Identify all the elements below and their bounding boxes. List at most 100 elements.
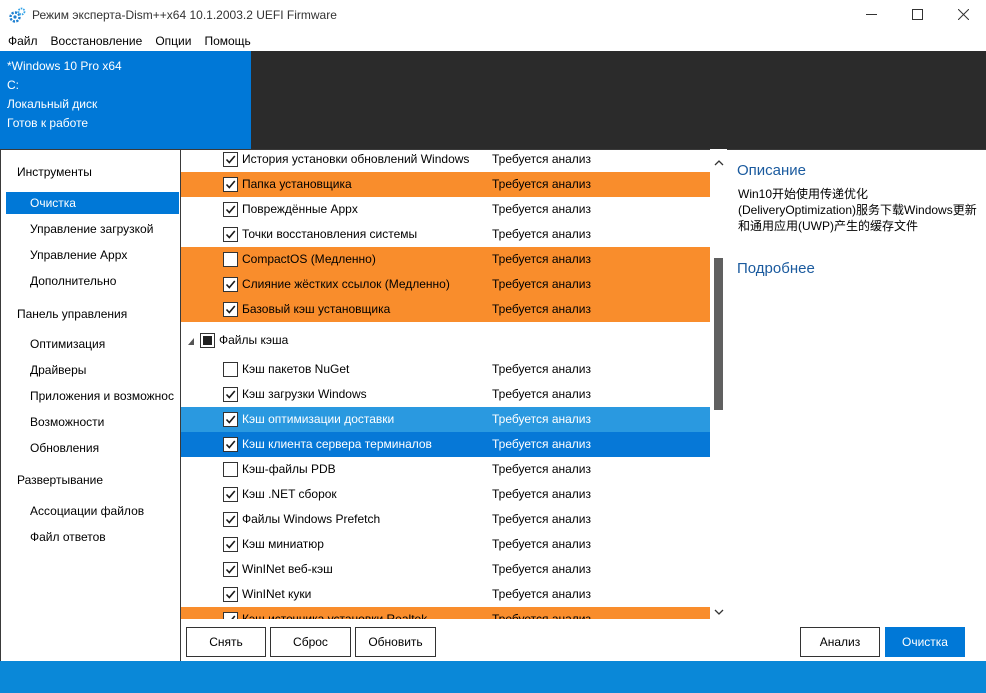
sidebar-item-answer-file[interactable]: Файл ответов: [6, 526, 179, 548]
sidebar-item-boot-manager[interactable]: Управление загрузкой: [6, 218, 179, 240]
action-bar: Снять Сброс Обновить Анализ Очистка: [181, 619, 986, 661]
sidebar-item-apps[interactable]: Приложения и возможнос: [6, 385, 179, 407]
image-status: Готов к работе: [7, 116, 89, 130]
item-status: Требуется анализ: [492, 227, 591, 241]
item-name: WinINet веб-кэш: [242, 562, 333, 576]
title-bar: Режим эксперта-Dism++x64 10.1.2003.2 UEF…: [0, 0, 986, 31]
session-list-area: [251, 51, 986, 149]
image-drive: C:: [7, 78, 19, 92]
item-name: Кэш источника установки Realtek: [242, 612, 428, 619]
checkbox[interactable]: [223, 252, 238, 267]
checkbox[interactable]: [223, 227, 238, 242]
checkbox[interactable]: [223, 487, 238, 502]
list-item[interactable]: Кэш клиента сервера терминалов Требуется…: [181, 432, 710, 457]
menu-help[interactable]: Помощь: [204, 31, 250, 51]
list-item[interactable]: Точки восстановления системы Требуется а…: [181, 222, 710, 247]
item-name: Файлы Windows Prefetch: [242, 512, 381, 526]
checkbox[interactable]: [223, 277, 238, 292]
item-name: Кэш загрузки Windows: [242, 387, 367, 401]
item-name: Базовый кэш установщика: [242, 302, 391, 316]
checkbox[interactable]: [223, 537, 238, 552]
description-panel: Описание Win10开始使用传递优化(DeliveryOptimizat…: [727, 149, 986, 661]
checkbox[interactable]: [223, 412, 238, 427]
item-status: Требуется анализ: [492, 562, 591, 576]
minimize-icon: [865, 9, 877, 23]
sidebar: Инструменты Очистка Управление загрузкой…: [0, 149, 181, 661]
item-name: История установки обновлений Windows: [242, 152, 470, 166]
checkbox[interactable]: [223, 562, 238, 577]
list-item[interactable]: Кэш источника установки Realtek Требуетс…: [181, 607, 710, 619]
more-info-link[interactable]: Подробнее: [737, 260, 815, 277]
checkbox[interactable]: [223, 612, 238, 619]
group-checkbox[interactable]: [200, 333, 215, 348]
checkbox[interactable]: [223, 362, 238, 377]
item-name: Слияние жёстких ссылок (Медленно): [242, 277, 450, 291]
analyze-button[interactable]: Анализ: [800, 627, 880, 657]
cleanup-list[interactable]: История установки обновлений Windows Тре…: [181, 149, 710, 619]
sidebar-section-control-panel: Панель управления: [17, 307, 128, 321]
sidebar-item-optimization[interactable]: Оптимизация: [6, 333, 179, 355]
list-item[interactable]: WinINet куки Требуется анализ: [181, 582, 710, 607]
item-status: Требуется анализ: [492, 462, 591, 476]
close-button[interactable]: [940, 0, 986, 31]
list-item[interactable]: Кэш .NET сборок Требуется анализ: [181, 482, 710, 507]
list-item[interactable]: Повреждённые Appx Требуется анализ: [181, 197, 710, 222]
item-status: Требуется анализ: [492, 277, 591, 291]
scroll-up-button[interactable]: [710, 155, 727, 169]
list-scrollbar[interactable]: [710, 155, 727, 619]
list-item[interactable]: WinINet веб-кэш Требуется анализ: [181, 557, 710, 582]
item-name: Кэш оптимизации доставки: [242, 412, 395, 426]
list-item[interactable]: CompactOS (Медленно) Требуется анализ: [181, 247, 710, 272]
list-item[interactable]: Слияние жёстких ссылок (Медленно) Требуе…: [181, 272, 710, 297]
checkbox[interactable]: [223, 202, 238, 217]
list-item[interactable]: Кэш оптимизации доставки Требуется анали…: [181, 407, 710, 432]
sidebar-item-advanced[interactable]: Дополнительно: [6, 270, 179, 292]
close-icon: [957, 8, 969, 23]
list-item[interactable]: Кэш загрузки Windows Требуется анализ: [181, 382, 710, 407]
image-disk: Локальный диск: [7, 97, 98, 111]
clean-button[interactable]: Очистка: [885, 627, 965, 657]
checkbox[interactable]: [223, 387, 238, 402]
checkbox[interactable]: [223, 587, 238, 602]
refresh-button[interactable]: Обновить: [355, 627, 436, 657]
item-status: Требуется анализ: [492, 302, 591, 316]
checkbox[interactable]: [223, 512, 238, 527]
checkbox[interactable]: [223, 462, 238, 477]
list-item[interactable]: Папка установщика Требуется анализ: [181, 172, 710, 197]
group-header-cache-files[interactable]: Файлы кэша: [181, 328, 710, 353]
sidebar-item-drivers[interactable]: Драйверы: [6, 359, 179, 381]
item-name: Папка установщика: [242, 177, 352, 191]
sidebar-item-appx[interactable]: Управление Appx: [6, 244, 179, 266]
item-status: Требуется анализ: [492, 362, 591, 376]
list-item[interactable]: Кэш-файлы PDB Требуется анализ: [181, 457, 710, 482]
checkbox[interactable]: [223, 437, 238, 452]
list-item[interactable]: Базовый кэш установщика Требуется анализ: [181, 297, 710, 322]
item-name: CompactOS (Медленно): [242, 252, 376, 266]
list-item[interactable]: Файлы Windows Prefetch Требуется анализ: [181, 507, 710, 532]
item-name: Кэш миниатюр: [242, 537, 324, 551]
list-item[interactable]: Кэш миниатюр Требуется анализ: [181, 532, 710, 557]
collapse-arrow-icon[interactable]: [187, 335, 195, 345]
checkbox[interactable]: [223, 302, 238, 317]
checkbox[interactable]: [223, 177, 238, 192]
list-item[interactable]: История установки обновлений Windows Тре…: [181, 150, 710, 172]
sidebar-item-updates[interactable]: Обновления: [6, 437, 179, 459]
uncheck-button[interactable]: Снять: [186, 627, 266, 657]
list-item[interactable]: Кэш пакетов NuGet Требуется анализ: [181, 357, 710, 382]
menu-file[interactable]: Файл: [8, 31, 38, 51]
maximize-button[interactable]: [894, 0, 940, 31]
sidebar-item-file-associations[interactable]: Ассоциации файлов: [6, 500, 179, 522]
item-status: Требуется анализ: [492, 587, 591, 601]
menu-options[interactable]: Опции: [155, 31, 191, 51]
minimize-button[interactable]: [848, 0, 894, 31]
checkbox[interactable]: [223, 152, 238, 167]
sidebar-item-features[interactable]: Возможности: [6, 411, 179, 433]
menu-restore[interactable]: Восстановление: [51, 31, 143, 51]
item-status: Требуется анализ: [492, 612, 591, 619]
sidebar-item-cleanup[interactable]: Очистка: [6, 192, 179, 214]
reset-button[interactable]: Сброс: [270, 627, 351, 657]
scroll-down-button[interactable]: [710, 603, 727, 619]
image-info-panel[interactable]: *Windows 10 Pro x64 C: Локальный диск Го…: [0, 51, 251, 149]
scroll-thumb[interactable]: [714, 258, 723, 410]
maximize-icon: [911, 8, 923, 23]
